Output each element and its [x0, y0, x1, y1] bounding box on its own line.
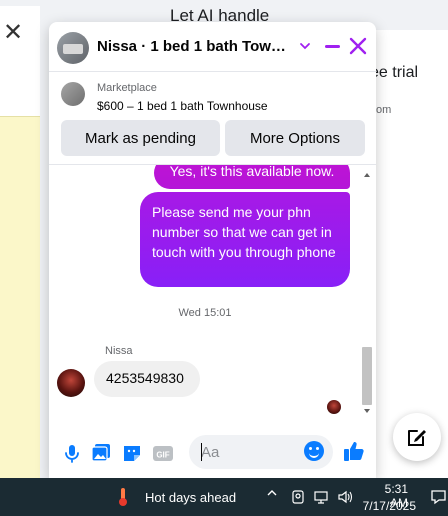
close-chat-icon[interactable] — [348, 34, 368, 58]
listing-label: Marketplace — [97, 82, 157, 94]
chat-header[interactable]: Nissa · 1 bed 1 bath Townh… — [49, 22, 376, 72]
sender-name: Nissa — [105, 345, 133, 357]
emoji-icon[interactable] — [304, 441, 324, 461]
incoming-message[interactable]: 4253549830 — [94, 361, 200, 397]
svg-text:GIF: GIF — [156, 451, 169, 460]
minimize-icon[interactable] — [323, 34, 341, 58]
weather-text[interactable]: Hot days ahead — [145, 490, 236, 505]
chevron-down-icon[interactable] — [296, 34, 314, 58]
volume-icon[interactable] — [337, 489, 353, 505]
close-icon[interactable]: ✕ — [2, 21, 24, 45]
outgoing-message[interactable]: Please send me your phn number so that w… — [140, 192, 350, 287]
message-thread[interactable]: Yes, it's this available now. Please sen… — [49, 164, 376, 420]
scroll-down-arrow[interactable] — [364, 409, 370, 413]
thumbs-up-icon[interactable] — [342, 439, 364, 461]
sticker-icon[interactable] — [121, 442, 143, 464]
composer: GIF Aa — [49, 426, 376, 478]
new-message-button[interactable] — [393, 413, 441, 461]
message-timestamp: Wed 15:01 — [178, 307, 232, 319]
listing-thumbnail — [61, 82, 85, 106]
chevron-up-icon[interactable] — [265, 487, 279, 501]
thermometer-icon[interactable] — [117, 487, 129, 507]
listing-actions: Mark as pending More Options — [49, 118, 376, 160]
mark-as-pending-button[interactable]: Mark as pending — [61, 120, 220, 156]
scroll-thumb[interactable] — [362, 347, 372, 405]
right-panel — [376, 30, 448, 478]
seen-indicator-avatar — [327, 400, 341, 414]
taskbar: Hot days ahead 5:31 AM 7/17/2025 — [0, 478, 448, 516]
network-icon[interactable] — [313, 489, 329, 505]
notification-icon[interactable] — [430, 488, 448, 506]
chat-title[interactable]: Nissa · 1 bed 1 bath Townh… — [97, 38, 293, 55]
listing-subtitle: $600 – 1 bed 1 bath Townhouse — [97, 99, 268, 113]
chat-window: Nissa · 1 bed 1 bath Townh… Marketplace … — [49, 22, 376, 478]
clock-date[interactable]: 7/17/2025 — [352, 499, 416, 513]
marketplace-listing[interactable]: Marketplace $600 – 1 bed 1 bath Townhous… — [49, 73, 376, 115]
compose-icon — [408, 430, 426, 446]
background-small-text: om — [376, 104, 392, 116]
scroll-up-arrow[interactable] — [364, 173, 370, 177]
scrollbar[interactable] — [361, 165, 373, 420]
sender-avatar[interactable] — [57, 369, 85, 397]
gif-icon[interactable]: GIF — [152, 442, 174, 464]
more-options-button[interactable]: More Options — [225, 120, 365, 156]
outgoing-message[interactable]: Yes, it's this available now. — [154, 165, 350, 189]
left-yellow-panel — [0, 116, 40, 478]
listing-avatar[interactable] — [57, 32, 89, 64]
microphone-icon[interactable] — [61, 442, 83, 464]
camera-icon[interactable] — [290, 489, 306, 505]
photo-icon[interactable] — [90, 442, 112, 464]
background-trial-text: ee trial — [370, 64, 419, 81]
